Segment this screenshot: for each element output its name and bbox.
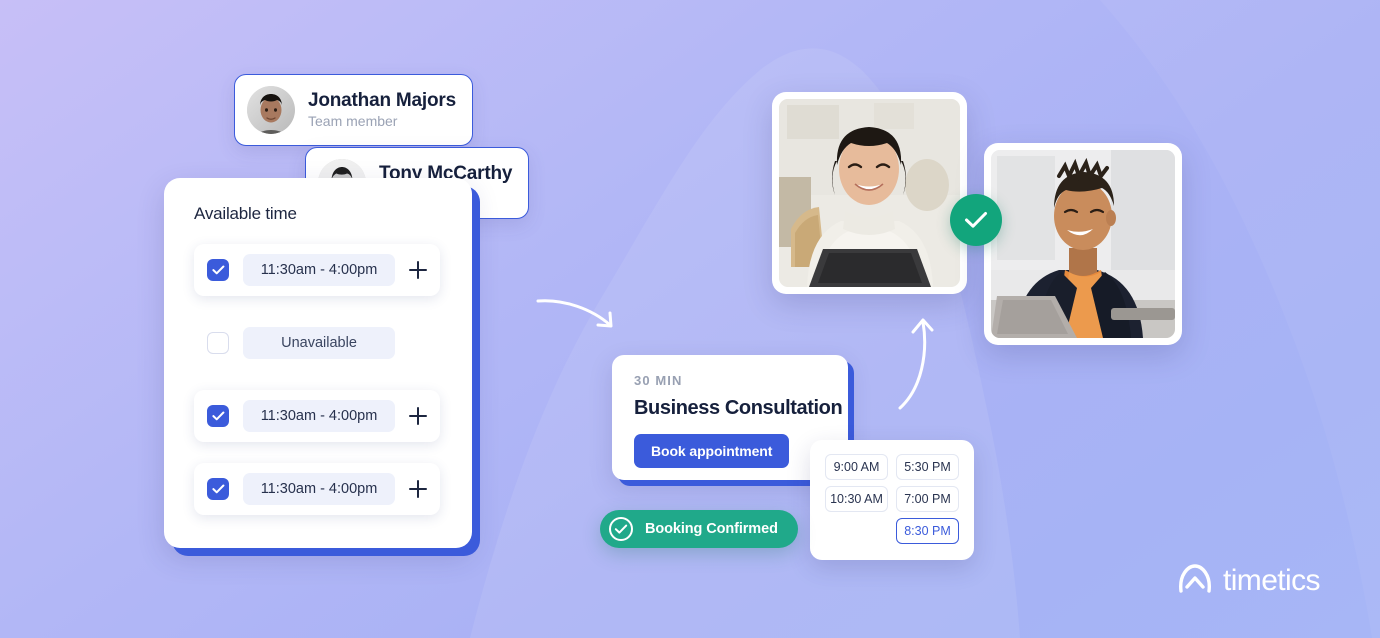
availability-panel: Available time 11:30am - 4:00pm Unavaila… [164, 178, 472, 548]
availability-checkbox[interactable] [207, 405, 229, 427]
avatar-jonathan-majors [247, 86, 295, 134]
circle-check-icon [609, 517, 633, 541]
time-slot-grid: 9:00 AM 5:30 PM 10:30 AM 7:00 PM 8:30 PM [810, 440, 974, 560]
checkmark-icon [211, 411, 224, 421]
time-slot-chip-empty [825, 518, 888, 544]
member-role: Team member [308, 113, 398, 130]
availability-time-label: Unavailable [243, 327, 395, 359]
availability-row[interactable]: Unavailable [194, 317, 440, 369]
hero-illustration: Jonathan Majors Team member Tony McCarth… [0, 0, 1380, 638]
time-slot-chip[interactable]: 9:00 AM [825, 454, 888, 480]
plus-icon[interactable] [409, 261, 427, 279]
panel-title: Available time [194, 204, 297, 223]
time-slot-chip-selected[interactable]: 8:30 PM [896, 518, 959, 544]
checkmark-icon [211, 265, 224, 275]
curved-arrow-right-icon [536, 299, 613, 328]
time-slot-chip[interactable]: 7:00 PM [896, 486, 959, 512]
timetics-logo: timetics [1178, 564, 1320, 598]
member-chip-jonathan-majors[interactable]: Jonathan Majors Team member [234, 74, 473, 146]
consultation-title: Business Consultation [634, 397, 843, 419]
booking-confirmed-badge: Booking Confirmed [600, 510, 798, 548]
logo-wordmark: timetics [1223, 564, 1320, 597]
availability-row[interactable]: 11:30am - 4:00pm [194, 463, 440, 515]
member-chip-text: Jonathan Majors Team member [308, 89, 456, 132]
green-check-badge-icon [950, 194, 1002, 246]
time-slot-chip[interactable]: 10:30 AM [825, 486, 888, 512]
availability-checkbox[interactable] [207, 259, 229, 281]
availability-row[interactable]: 11:30am - 4:00pm [194, 244, 440, 296]
availability-checkbox[interactable] [207, 332, 229, 354]
availability-row[interactable]: 11:30am - 4:00pm [194, 390, 440, 442]
booking-confirmed-label: Booking Confirmed [645, 521, 778, 537]
plus-icon[interactable] [409, 407, 427, 425]
checkmark-icon [211, 484, 224, 494]
book-appointment-button[interactable]: Book appointment [634, 434, 790, 468]
curved-arrow-up-icon [898, 318, 934, 410]
photo-woman-at-laptop [772, 92, 967, 294]
plus-icon[interactable] [409, 480, 427, 498]
photo-man-at-laptop [984, 143, 1182, 345]
availability-checkbox[interactable] [207, 478, 229, 500]
availability-time-label[interactable]: 11:30am - 4:00pm [243, 400, 395, 432]
timetics-arc-chevron-icon [1179, 564, 1211, 593]
availability-time-label[interactable]: 11:30am - 4:00pm [243, 473, 395, 505]
availability-time-label[interactable]: 11:30am - 4:00pm [243, 254, 395, 286]
consultation-duration: 30 MIN [634, 373, 683, 388]
time-slot-chip[interactable]: 5:30 PM [896, 454, 959, 480]
member-name: Jonathan Majors [308, 89, 456, 111]
